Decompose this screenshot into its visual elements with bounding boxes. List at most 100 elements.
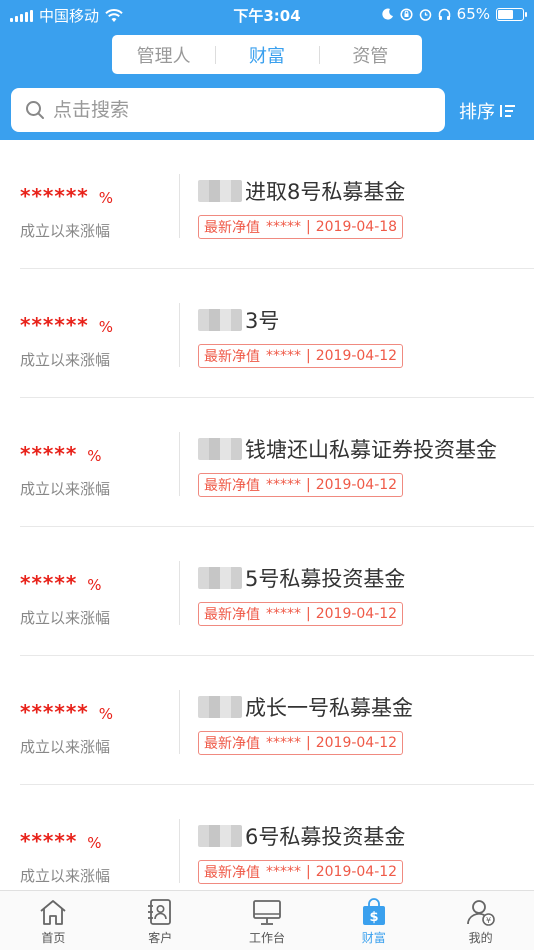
redacted-mosaic bbox=[198, 567, 242, 589]
return-percent-sign: % bbox=[87, 834, 102, 852]
search-bar[interactable] bbox=[11, 88, 445, 132]
sort-list-icon bbox=[500, 105, 515, 117]
svg-text:$: $ bbox=[369, 910, 378, 925]
growth-since-inception-label: 成立以来涨幅 bbox=[20, 351, 111, 369]
search-icon bbox=[26, 101, 44, 119]
row-divider bbox=[179, 690, 180, 754]
nav-value-masked: ***** bbox=[266, 864, 301, 880]
return-percent-sign: % bbox=[98, 318, 114, 336]
tab-clients[interactable]: 客户 bbox=[107, 891, 214, 950]
return-value-masked: ***** bbox=[20, 571, 78, 595]
home-icon bbox=[40, 900, 66, 925]
nav-date: 2019-04-12 bbox=[315, 864, 398, 880]
nav-label: 最新净值 bbox=[204, 865, 260, 881]
bottom-tab-bar: 首页 客户 工作台 $ 财富 ¥ 我的 bbox=[0, 890, 534, 950]
redacted-mosaic bbox=[198, 696, 242, 718]
fund-row[interactable]: *****% 成立以来涨幅 5号私募投资基金 最新净值 ***** | 2019… bbox=[0, 527, 534, 656]
nav-value-masked: ***** bbox=[266, 477, 301, 493]
growth-since-inception-label: 成立以来涨幅 bbox=[20, 738, 111, 756]
growth-since-inception-label: 成立以来涨幅 bbox=[20, 867, 111, 885]
fund-name: 成长一号私募基金 bbox=[245, 696, 413, 720]
growth-since-inception-label: 成立以来涨幅 bbox=[20, 609, 111, 627]
tab-label: 我的 bbox=[468, 931, 493, 945]
app-header: 中国移动 下午3:04 65% 管理人 财富 资管 排序 bbox=[0, 0, 534, 140]
search-input[interactable] bbox=[53, 99, 413, 121]
nav-tag: 最新净值 ***** | 2019-04-12 bbox=[198, 731, 404, 755]
tab-label: 财富 bbox=[361, 931, 386, 945]
fund-name: 5号私募投资基金 bbox=[245, 567, 406, 591]
contacts-icon bbox=[148, 899, 172, 925]
row-divider bbox=[179, 561, 180, 625]
nav-tag: 最新净值 ***** | 2019-04-18 bbox=[198, 215, 404, 239]
fund-row[interactable]: *****% 成立以来涨幅 钱塘还山私募证券投资基金 最新净值 ***** | … bbox=[0, 398, 534, 527]
return-value-masked: ****** bbox=[20, 700, 89, 724]
wealth-bag-icon: $ bbox=[362, 898, 385, 925]
segment-asset-management[interactable]: 资管 bbox=[318, 42, 422, 68]
nav-value-masked: ***** bbox=[266, 219, 301, 235]
profile-icon: ¥ bbox=[466, 900, 495, 926]
return-percent-sign: % bbox=[98, 705, 114, 723]
nav-tag: 最新净值 ***** | 2019-04-12 bbox=[198, 602, 404, 626]
tab-mine[interactable]: ¥ 我的 bbox=[427, 891, 534, 950]
nav-value-masked: ***** bbox=[266, 606, 301, 622]
segment-control: 管理人 财富 资管 bbox=[112, 35, 422, 74]
moon-icon bbox=[382, 8, 393, 20]
sort-label: 排序 bbox=[459, 102, 495, 123]
return-value-masked: ****** bbox=[20, 184, 89, 208]
return-value-masked: ***** bbox=[20, 442, 78, 466]
fund-row[interactable]: ******% 成立以来涨幅 3号 最新净值 ***** | 2019-04-1… bbox=[0, 269, 534, 398]
nav-date: 2019-04-18 bbox=[315, 219, 398, 235]
return-percent-sign: % bbox=[98, 189, 114, 207]
fund-name: 6号私募投资基金 bbox=[245, 825, 406, 849]
nav-tag: 最新净值 ***** | 2019-04-12 bbox=[198, 473, 404, 497]
growth-since-inception-label: 成立以来涨幅 bbox=[20, 222, 111, 240]
rotation-lock-icon bbox=[400, 7, 413, 21]
battery-icon bbox=[496, 7, 527, 21]
nav-date: 2019-04-12 bbox=[315, 735, 398, 751]
fund-row[interactable]: ******% 成立以来涨幅 进取8号私募基金 最新净值 ***** | 201… bbox=[0, 140, 534, 269]
tab-workbench[interactable]: 工作台 bbox=[214, 891, 321, 950]
alarm-icon bbox=[419, 8, 431, 21]
fund-list: ******% 成立以来涨幅 进取8号私募基金 最新净值 ***** | 201… bbox=[0, 140, 534, 914]
tab-wealth[interactable]: $ 财富 bbox=[320, 891, 427, 950]
return-value-masked: ***** bbox=[20, 829, 78, 853]
sort-button[interactable]: 排序 bbox=[459, 98, 517, 124]
row-divider bbox=[179, 174, 180, 238]
growth-since-inception-label: 成立以来涨幅 bbox=[20, 480, 111, 498]
nav-date: 2019-04-12 bbox=[315, 477, 398, 493]
nav-date: 2019-04-12 bbox=[315, 348, 398, 364]
return-value-masked: ****** bbox=[20, 313, 89, 337]
tab-label: 工作台 bbox=[248, 931, 285, 945]
nav-value-masked: ***** bbox=[266, 735, 301, 751]
headphones-icon bbox=[438, 8, 450, 20]
fund-name: 进取8号私募基金 bbox=[245, 180, 406, 204]
nav-label: 最新净值 bbox=[204, 736, 260, 752]
fund-name: 3号 bbox=[245, 309, 280, 333]
tab-home[interactable]: 首页 bbox=[0, 891, 107, 950]
monitor-icon bbox=[253, 900, 281, 925]
nav-label: 最新净值 bbox=[204, 220, 260, 236]
row-divider bbox=[179, 303, 180, 367]
return-percent-sign: % bbox=[87, 576, 102, 594]
status-bar: 中国移动 下午3:04 65% bbox=[0, 0, 534, 30]
svg-text:¥: ¥ bbox=[486, 916, 491, 925]
redacted-mosaic bbox=[198, 180, 242, 202]
tab-label: 客户 bbox=[148, 931, 173, 945]
segment-managers[interactable]: 管理人 bbox=[112, 42, 215, 68]
nav-label: 最新净值 bbox=[204, 607, 260, 623]
nav-tag: 最新净值 ***** | 2019-04-12 bbox=[198, 860, 404, 884]
redacted-mosaic bbox=[198, 825, 242, 847]
row-divider bbox=[179, 819, 180, 883]
nav-value-masked: ***** bbox=[266, 348, 301, 364]
redacted-mosaic bbox=[198, 309, 242, 331]
nav-label: 最新净值 bbox=[204, 478, 260, 494]
battery-percent: 65% bbox=[456, 5, 490, 23]
segment-wealth[interactable]: 财富 bbox=[215, 42, 318, 68]
nav-tag: 最新净值 ***** | 2019-04-12 bbox=[198, 344, 404, 368]
fund-row[interactable]: ******% 成立以来涨幅 成长一号私募基金 最新净值 ***** | 201… bbox=[0, 656, 534, 785]
return-percent-sign: % bbox=[87, 447, 102, 465]
fund-name: 钱塘还山私募证券投资基金 bbox=[245, 438, 497, 462]
nav-label: 最新净值 bbox=[204, 349, 260, 365]
redacted-mosaic bbox=[198, 438, 242, 460]
nav-date: 2019-04-12 bbox=[315, 606, 398, 622]
